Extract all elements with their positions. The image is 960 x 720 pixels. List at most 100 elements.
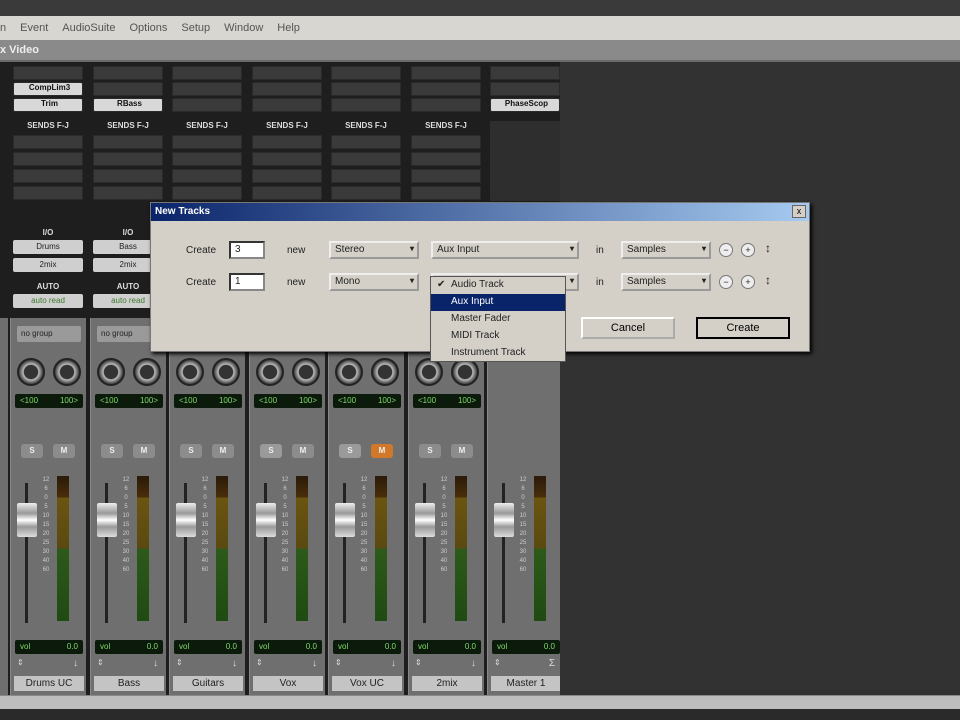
- send-slot[interactable]: [331, 152, 401, 166]
- insert-slot[interactable]: [172, 82, 242, 96]
- input-monitor-icon[interactable]: ↓: [153, 658, 158, 669]
- drag-handle-icon[interactable]: ↕: [765, 273, 771, 287]
- track-name[interactable]: Master 1: [491, 676, 561, 691]
- send-slot[interactable]: [411, 186, 481, 200]
- insert-slot[interactable]: [411, 66, 481, 80]
- pan-knob-right[interactable]: [212, 358, 240, 386]
- send-slot[interactable]: [411, 152, 481, 166]
- horizontal-scrollbar[interactable]: [0, 695, 960, 709]
- insert-slot[interactable]: [490, 82, 560, 96]
- narrow-arrows-icon[interactable]: ⇕: [97, 658, 104, 667]
- track-name[interactable]: Vox UC: [332, 676, 402, 691]
- output-selector[interactable]: 2mix: [13, 258, 83, 272]
- input-monitor-icon[interactable]: ↓: [391, 658, 396, 669]
- mute-button[interactable]: M: [53, 444, 75, 458]
- drag-handle-icon[interactable]: ↕: [765, 241, 771, 255]
- narrow-arrows-icon[interactable]: ⇕: [415, 658, 422, 667]
- insert-slot[interactable]: RBass: [93, 98, 163, 112]
- format-dropdown[interactable]: Stereo ▾: [329, 241, 419, 259]
- insert-slot[interactable]: [172, 98, 242, 112]
- mute-button[interactable]: M: [451, 444, 473, 458]
- pan-knob-left[interactable]: [415, 358, 443, 386]
- solo-button[interactable]: S: [101, 444, 123, 458]
- send-slot[interactable]: [13, 152, 83, 166]
- pan-knob-right[interactable]: [53, 358, 81, 386]
- insert-slot[interactable]: [93, 66, 163, 80]
- pan-knob-left[interactable]: [256, 358, 284, 386]
- mute-button[interactable]: M: [292, 444, 314, 458]
- insert-slot[interactable]: [252, 66, 322, 80]
- mute-button[interactable]: M: [371, 444, 393, 458]
- send-slot[interactable]: [13, 169, 83, 183]
- menu-option[interactable]: MIDI Track: [431, 328, 565, 345]
- send-slot[interactable]: [331, 169, 401, 183]
- volume-fader[interactable]: [415, 503, 435, 537]
- timebase-dropdown[interactable]: Samples ▾: [621, 241, 711, 259]
- send-slot[interactable]: [331, 186, 401, 200]
- mute-button[interactable]: M: [133, 444, 155, 458]
- track-name[interactable]: Bass: [94, 676, 164, 691]
- send-slot[interactable]: [93, 152, 163, 166]
- send-slot[interactable]: [172, 152, 242, 166]
- send-slot[interactable]: [411, 169, 481, 183]
- solo-button[interactable]: S: [21, 444, 43, 458]
- insert-slot[interactable]: [331, 82, 401, 96]
- timebase-dropdown[interactable]: Samples ▾: [621, 273, 711, 291]
- insert-slot[interactable]: [331, 66, 401, 80]
- volume-fader[interactable]: [494, 503, 514, 537]
- menu-option[interactable]: Aux Input: [431, 294, 565, 311]
- send-slot[interactable]: [411, 135, 481, 149]
- menu-item[interactable]: Event: [20, 22, 48, 34]
- menu-item[interactable]: Window: [224, 22, 263, 34]
- menu-option[interactable]: Master Fader: [431, 311, 565, 328]
- track-name[interactable]: Vox: [253, 676, 323, 691]
- solo-button[interactable]: S: [339, 444, 361, 458]
- pan-knob-left[interactable]: [176, 358, 204, 386]
- pan-knob-right[interactable]: [451, 358, 479, 386]
- volume-fader[interactable]: [97, 503, 117, 537]
- insert-slot[interactable]: [411, 82, 481, 96]
- send-slot[interactable]: [252, 152, 322, 166]
- insert-slot[interactable]: [93, 82, 163, 96]
- pan-knob-right[interactable]: [133, 358, 161, 386]
- narrow-arrows-icon[interactable]: ⇕: [494, 658, 501, 667]
- mute-button[interactable]: M: [212, 444, 234, 458]
- create-button[interactable]: Create: [696, 317, 790, 339]
- input-monitor-icon[interactable]: ↓: [312, 658, 317, 669]
- pan-knob-right[interactable]: [292, 358, 320, 386]
- send-slot[interactable]: [172, 169, 242, 183]
- send-slot[interactable]: [93, 169, 163, 183]
- add-row-icon[interactable]: +: [741, 275, 755, 289]
- group-selector[interactable]: no group: [17, 326, 81, 342]
- insert-slot[interactable]: [490, 66, 560, 80]
- pan-knob-left[interactable]: [335, 358, 363, 386]
- menu-item[interactable]: n: [0, 22, 6, 34]
- volume-fader[interactable]: [17, 503, 37, 537]
- input-selector[interactable]: Drums: [13, 240, 83, 254]
- insert-slot[interactable]: Trim: [13, 98, 83, 112]
- cancel-button[interactable]: Cancel: [581, 317, 675, 339]
- pan-knob-left[interactable]: [17, 358, 45, 386]
- send-slot[interactable]: [252, 135, 322, 149]
- send-slot[interactable]: [331, 135, 401, 149]
- track-count-input[interactable]: 1: [229, 273, 265, 291]
- insert-slot[interactable]: CompLim3: [13, 82, 83, 96]
- track-name[interactable]: Guitars: [173, 676, 243, 691]
- close-icon[interactable]: x: [792, 205, 806, 218]
- menu-option[interactable]: Instrument Track: [431, 345, 565, 362]
- send-slot[interactable]: [13, 186, 83, 200]
- insert-slot[interactable]: [13, 66, 83, 80]
- input-monitor-icon[interactable]: ↓: [73, 658, 78, 669]
- volume-fader[interactable]: [335, 503, 355, 537]
- solo-button[interactable]: S: [419, 444, 441, 458]
- automation-mode[interactable]: auto read: [13, 294, 83, 308]
- insert-slot[interactable]: [411, 98, 481, 112]
- insert-slot[interactable]: [172, 66, 242, 80]
- menu-option[interactable]: ✔ Audio Track: [431, 277, 565, 294]
- insert-slot[interactable]: [252, 82, 322, 96]
- sigma-icon[interactable]: Σ: [549, 658, 555, 669]
- menu-item[interactable]: Setup: [181, 22, 210, 34]
- send-slot[interactable]: [13, 135, 83, 149]
- insert-slot[interactable]: PhaseScop: [490, 98, 560, 112]
- narrow-arrows-icon[interactable]: ⇕: [335, 658, 342, 667]
